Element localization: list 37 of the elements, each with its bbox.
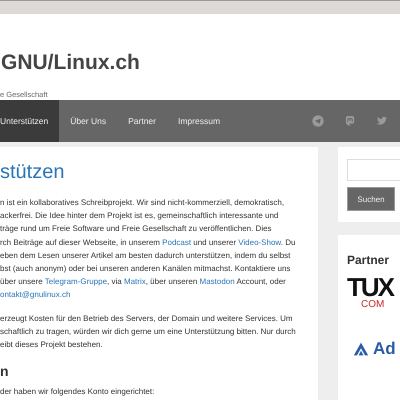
partner-logo[interactable]: Ad bbox=[353, 339, 400, 359]
paragraph-line: eibt dieses Projekt bestehen. bbox=[0, 339, 104, 352]
paragraph-line: erzeugt Kosten für den Betrieb des Servers, der Domain und weitere Services. Um bbox=[0, 312, 294, 325]
section-heading: n bbox=[0, 363, 10, 380]
text-link[interactable]: Matrix bbox=[124, 277, 146, 286]
paragraph-text: und unserer bbox=[192, 238, 237, 247]
paragraph-text: . Du bbox=[280, 238, 296, 247]
paragraph-line: ackerfrei. Die Idee hinter dem Projekt ist es, gemeinschaftlich interessante und bbox=[0, 210, 280, 222]
text-link[interactable]: Video-Show bbox=[238, 238, 281, 247]
paragraph-text: , via bbox=[107, 277, 123, 286]
paragraph-text: , über unseren bbox=[146, 277, 198, 286]
site-title[interactable]: GNU/Linux.ch bbox=[1, 48, 140, 78]
article-title: stützen bbox=[0, 160, 66, 184]
text-link[interactable]: Mastodon bbox=[200, 277, 235, 286]
nav-tab[interactable]: Über Uns bbox=[59, 100, 118, 142]
search-field[interactable] bbox=[347, 159, 400, 181]
paragraph-line: der haben wir folgendes Konto eingerichtet: bbox=[0, 386, 156, 398]
nav-tab[interactable]: Partner bbox=[117, 100, 167, 142]
paragraph-text: Account, oder bbox=[235, 277, 286, 286]
paragraph-line: eben dem Lesen unserer Artikel am besten dadurch unterstützen, indem du selbst bbox=[0, 250, 292, 262]
text-link[interactable]: Podcast bbox=[162, 238, 192, 247]
widget-title: Partner bbox=[347, 253, 390, 267]
nav-tab[interactable]: Impressum bbox=[166, 100, 232, 142]
paragraph-line: n ist ein kollaboratives Schreibprojekt. Wir sind nicht-kommerziell, demokratisch, bbox=[0, 197, 286, 209]
paragraph-line: bst (auch anonym) oder bei unseren anderen Kanälen mitmachst. Kontaktiere uns bbox=[0, 263, 292, 276]
nav-tab[interactable]: Unterstützen bbox=[0, 100, 60, 142]
partner-logo[interactable]: TUX COM bbox=[347, 275, 400, 311]
twitter-icon[interactable] bbox=[376, 115, 388, 127]
paragraph-text: über unsere bbox=[0, 277, 44, 286]
telegram-icon[interactable] bbox=[312, 115, 324, 127]
paragraph-line: träge rund um Freie Software und Freie Gesellschaft zu veröffentlichen. Dies bbox=[0, 223, 273, 236]
text-link[interactable]: ontakt@gnulinux.ch bbox=[0, 288, 70, 302]
search-button[interactable]: Suchen bbox=[347, 187, 395, 211]
paragraph-line: schaftlich zu tragen, würden wir dich gerne um eine Unterstützung bitten. Nur durch bbox=[0, 326, 297, 338]
mastodon-icon[interactable] bbox=[344, 115, 356, 127]
paragraph-text: rch Beiträge auf dieser Webseite, in unserem bbox=[0, 238, 161, 247]
text-link[interactable]: Telegram-Gruppe bbox=[44, 277, 108, 286]
